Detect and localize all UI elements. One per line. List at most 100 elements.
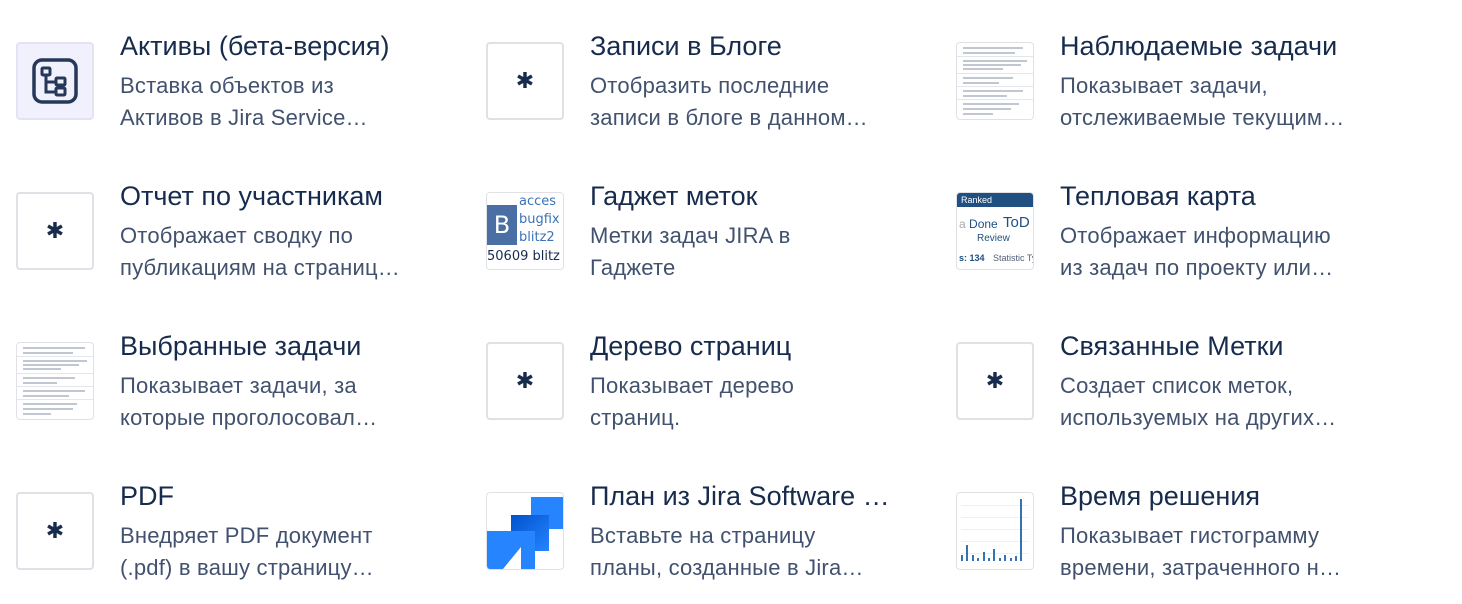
macro-title: Записи в Блоге [590,31,782,61]
macro-description-line: (.pdf) в вашу страницу… [120,555,374,580]
assets-hierarchy-icon [16,42,94,120]
macro-description-line: страниц. [590,405,681,430]
macro-browser-grid: Активы (бета-версия) Вставка объектов из… [0,0,1462,604]
labels-gadget-preview: B acces bugfix blitz2 50609 blitz [487,193,563,269]
macro-description: Показывает гистограмму времени, затрачен… [1060,520,1360,584]
asterisk-glyph: ✱ [45,218,65,243]
macro-card-watched-issues[interactable]: Наблюдаемые задачи Показывает задачи, от… [940,0,1380,130]
asterisk-glyph: ✱ [515,368,535,393]
macro-card-related-labels[interactable]: ✱ Связанные Метки Создает список меток, … [940,300,1380,430]
asterisk-glyph: ✱ [515,68,535,93]
histogram-bar [977,558,980,561]
issue-list-preview-icon [956,42,1034,120]
macro-description-line: Активов в Jira Service… [120,105,368,130]
heat-map-preview-text: Statistic Typ [993,253,1033,263]
histogram-preview-icon [956,492,1034,570]
macro-title: Связанные Метки [1060,331,1284,361]
macro-description: Отобразить последние записи в блоге в да… [590,70,890,134]
macro-card-blog-posts[interactable]: ✱ Записи в Блоге Отобразить последние за… [470,0,910,130]
labels-gadget-preview-text: acces [519,194,557,209]
macro-description-line: Вставка объектов из [120,73,334,98]
macro-description-line: Отобразить последние [590,73,830,98]
macro-description: Метки задач JIRA в Гаджете [590,220,890,284]
labels-gadget-preview-icon: B acces bugfix blitz2 50609 blitz [486,192,564,270]
macro-card-jira-software-plan[interactable]: План из Jira Software … Вставьте на стра… [470,450,910,580]
asterisk-icon: ✱ [486,342,564,420]
heat-map-preview-header: Ranked [957,193,1033,207]
histogram-bar [1015,556,1017,561]
histogram-bar [998,558,1001,561]
macro-description: Отображает информацию из задач по проект… [1060,220,1360,284]
macro-description-line: Гаджете [590,255,676,280]
macro-title: Отчет по участникам [120,181,383,211]
macro-description: Показывает задачи, за которые проголосов… [120,370,420,434]
macro-description: Внедряет PDF документ (.pdf) в вашу стра… [120,520,420,584]
macro-description-line: публикациям на страниц… [120,255,400,280]
histogram-bar [993,549,996,561]
macro-title: Выбранные задачи [120,331,362,361]
macro-description-line: записи в блоге в данном… [590,105,868,130]
labels-gadget-preview-text: bugfix [519,212,560,227]
issue-list-preview-icon [16,342,94,420]
macro-card-heat-map[interactable]: Ranked a Done ToD Review s: 134 Statisti… [940,150,1380,280]
heat-map-preview-text: a Done [959,217,998,231]
macro-title: PDF [120,481,174,511]
histogram-bar [966,545,969,561]
macro-card-page-tree[interactable]: ✱ Дерево страниц Показывает дерево стран… [470,300,910,430]
macro-card-voted-issues[interactable]: Выбранные задачи Показывает задачи, за к… [0,300,440,430]
labels-gadget-preview-text: 50609 blitz [487,249,560,264]
macro-title: Дерево страниц [590,331,792,361]
macro-title: Тепловая карта [1060,181,1256,211]
macro-title: План из Jira Software … [590,481,890,511]
histogram-bar [971,555,974,561]
macro-description-line: планы, созданные в Jira… [590,555,864,580]
labels-gadget-preview-letter: B [487,205,517,245]
macro-description-line: Метки задач JIRA в [590,223,791,248]
heat-map-preview-text: Done [969,217,998,231]
macro-description-line: Создает список меток, [1060,373,1294,398]
macro-card-labels-gadget[interactable]: B acces bugfix blitz2 50609 blitz Гаджет… [470,150,910,280]
histogram-bar [988,558,990,561]
asterisk-glyph: ✱ [985,368,1005,393]
macro-description-line: Показывает задачи, за [120,373,357,398]
histogram-bar [1009,558,1012,561]
asterisk-icon: ✱ [16,492,94,570]
macro-card-resolution-time[interactable]: Время решения Показывает гистограмму вре… [940,450,1380,580]
macro-title: Гаджет меток [590,181,758,211]
histogram-bar [1004,555,1007,561]
macro-description: Показывает дерево страниц. [590,370,890,434]
heat-map-preview-icon: Ranked a Done ToD Review s: 134 Statisti… [956,192,1034,270]
macro-description-line: Внедряет PDF документ [120,523,373,548]
macro-description-line: Отображает информацию [1060,223,1331,248]
macro-title: Наблюдаемые задачи [1060,31,1338,61]
macro-description-line: отслеживаемые текущим… [1060,105,1345,130]
macro-description-line: из задач по проекту или… [1060,255,1334,280]
macro-description: Показывает задачи, отслеживаемые текущим… [1060,70,1360,134]
jira-software-logo-icon [486,492,564,570]
macro-card-pdf[interactable]: ✱ PDF Внедряет PDF документ (.pdf) в ваш… [0,450,440,580]
heat-map-preview-text: s: 134 [959,253,985,263]
asterisk-glyph: ✱ [45,518,65,543]
macro-description-line: времени, затраченного н… [1060,555,1342,580]
heat-map-preview-text: Review [977,233,1010,244]
macro-title: Активы (бета-версия) [120,31,390,61]
macro-description-line: используемых на других… [1060,405,1337,430]
histogram-bar [982,552,985,561]
macro-card-assets[interactable]: Активы (бета-версия) Вставка объектов из… [0,0,440,130]
macro-description-line: которые проголосовал… [120,405,378,430]
asterisk-icon: ✱ [16,192,94,270]
macro-description-line: Показывает дерево [590,373,795,398]
macro-description-line: Показывает гистограмму [1060,523,1320,548]
macro-card-contributors-summary[interactable]: ✱ Отчет по участникам Отображает сводку … [0,150,440,280]
macro-description: Вставьте на страницу планы, созданные в … [590,520,890,584]
histogram-bar [961,555,963,561]
macro-description-line: Отображает сводку по [120,223,354,248]
labels-gadget-preview-text: blitz2 [519,230,555,245]
asterisk-icon: ✱ [956,342,1034,420]
macro-title: Время решения [1060,481,1261,511]
macro-description: Отображает сводку по публикациям на стра… [120,220,420,284]
heat-map-preview-text: ToD [1003,214,1030,231]
macro-description-line: Вставьте на страницу [590,523,816,548]
macro-description: Создает список меток, используемых на др… [1060,370,1360,434]
asterisk-icon: ✱ [486,42,564,120]
